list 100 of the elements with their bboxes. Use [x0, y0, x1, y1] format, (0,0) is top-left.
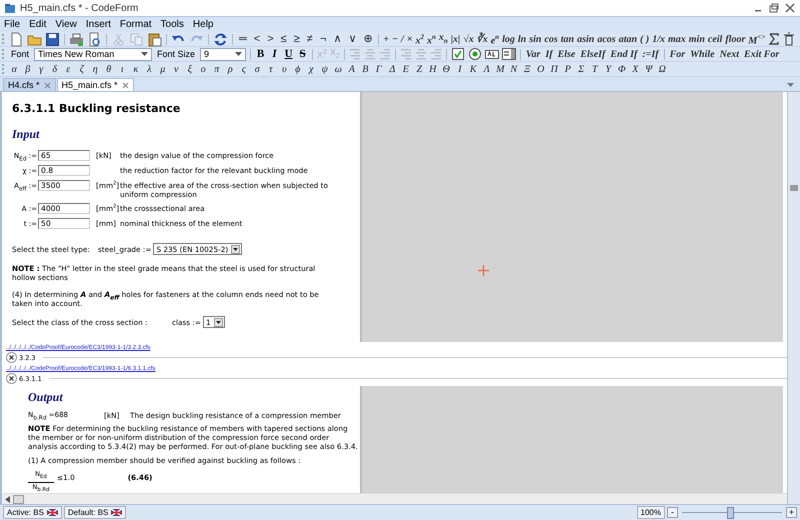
zoom-in-button[interactable]: +	[786, 507, 797, 518]
operator-button[interactable]: ≤	[278, 32, 289, 46]
text-field-icon[interactable]	[484, 47, 499, 61]
menu-item[interactable]: View	[55, 19, 82, 30]
keyword-button[interactable]: Else	[556, 48, 576, 60]
greek-letter-button[interactable]: Ω	[657, 62, 668, 76]
greek-letter-button[interactable]: ξ	[184, 62, 195, 76]
function-button[interactable]: ( )	[640, 32, 650, 46]
keyword-button[interactable]: Var	[524, 48, 542, 60]
greek-letter-button[interactable]: Δ	[387, 62, 398, 76]
greek-letter-button[interactable]: σ	[252, 62, 262, 76]
greek-letter-button[interactable]: Τ	[590, 62, 600, 76]
greek-letter-button[interactable]: ο	[198, 62, 208, 76]
greek-letter-button[interactable]: Ξ	[522, 62, 532, 76]
function-button[interactable]: x$^{n}$	[427, 30, 436, 48]
function-button[interactable]: floor	[725, 32, 746, 46]
greek-letter-button[interactable]: τ	[266, 62, 276, 76]
greek-letter-button[interactable]: Η	[428, 62, 438, 76]
keyword-button[interactable]: If	[544, 48, 554, 60]
greek-letter-button[interactable]: ζ	[76, 62, 87, 76]
keyword-button[interactable]: Next	[718, 48, 740, 60]
operator-button[interactable]: ≥	[292, 32, 302, 46]
operator-button[interactable]: ═	[237, 32, 249, 46]
italic-button[interactable]: I	[269, 48, 280, 60]
function-button[interactable]: asin	[577, 32, 594, 46]
menu-item[interactable]: Format	[120, 19, 157, 30]
greek-letter-button[interactable]: Υ	[603, 62, 614, 76]
function-button[interactable]: cos	[544, 32, 558, 46]
greek-letter-button[interactable]: ε	[63, 62, 74, 76]
dropdown-arrow-icon[interactable]	[787, 83, 794, 87]
operator-button[interactable]: ≠	[304, 32, 315, 46]
function-button[interactable]: 1/x	[652, 32, 665, 46]
keyword-button[interactable]: Exit For	[743, 48, 780, 60]
greek-letter-button[interactable]: λ	[144, 62, 154, 76]
greek-letter-button[interactable]: Ζ	[414, 62, 424, 76]
greek-letter-button[interactable]: Ο	[536, 62, 546, 76]
greek-letter-button[interactable]: κ	[130, 62, 141, 76]
underline-button[interactable]: U	[283, 48, 294, 60]
function-button[interactable]: ln	[518, 32, 526, 46]
operator-button[interactable]: ¬	[318, 32, 328, 46]
file-tab[interactable]: H5_main.cfs *	[56, 78, 134, 91]
greek-letter-button[interactable]: ρ	[225, 62, 236, 76]
greek-letter-button[interactable]: Ε	[400, 62, 411, 76]
sigma-icon[interactable]	[768, 32, 780, 46]
zoom-out-button[interactable]: -	[667, 507, 678, 518]
function-button[interactable]: log	[502, 32, 515, 46]
menu-item[interactable]: File	[4, 19, 26, 30]
close-icon[interactable]	[44, 82, 51, 88]
function-button[interactable]: max	[668, 32, 686, 46]
greek-letter-button[interactable]: Ι	[454, 62, 465, 76]
greek-letter-button[interactable]: θ	[104, 62, 114, 76]
function-button[interactable]: min	[688, 32, 705, 46]
file-tab[interactable]: H4.cfs *	[3, 78, 56, 91]
operator-button[interactable]: >	[265, 32, 276, 46]
greek-letter-button[interactable]: Β	[360, 62, 370, 76]
greek-letter-button[interactable]: ψ	[320, 62, 330, 76]
function-button[interactable]: +	[383, 32, 389, 46]
scrollbar-thumb[interactable]	[13, 494, 24, 504]
greek-letter-button[interactable]: Γ	[374, 62, 384, 76]
close-icon[interactable]	[122, 82, 129, 88]
greek-letter-button[interactable]: ν	[171, 62, 182, 76]
radio-button-icon[interactable]	[468, 47, 482, 61]
keyword-button[interactable]: ElseIf	[579, 48, 606, 60]
save-icon[interactable]	[45, 32, 60, 46]
close-icon[interactable]	[784, 3, 796, 13]
greek-letter-button[interactable]: η	[90, 62, 100, 76]
menu-item[interactable]: Insert	[86, 19, 116, 30]
print-preview-icon[interactable]	[87, 32, 102, 46]
operator-button[interactable]: ⊕	[361, 32, 374, 46]
font-size-dropdown[interactable]: 9	[200, 48, 246, 60]
menu-item[interactable]: Edit	[29, 19, 52, 30]
greek-letter-button[interactable]: Ρ	[562, 62, 573, 76]
greek-letter-button[interactable]: χ	[306, 62, 316, 76]
horizontal-scrollbar[interactable]	[2, 493, 787, 504]
printer-icon[interactable]	[69, 32, 84, 46]
greek-letter-button[interactable]: ϕ	[292, 62, 303, 76]
function-button[interactable]: M$^{<>}$	[748, 30, 766, 48]
restore-icon[interactable]	[768, 3, 780, 13]
greek-letter-button[interactable]: ω	[333, 62, 344, 76]
function-button[interactable]: ∛x	[476, 32, 488, 46]
function-button[interactable]: −	[392, 32, 398, 46]
greek-letter-button[interactable]: Ν	[508, 62, 519, 76]
greek-letter-button[interactable]: μ	[158, 62, 168, 76]
strikethrough-button[interactable]: S	[297, 48, 308, 60]
font-dropdown[interactable]: Times New Roman	[34, 48, 152, 60]
function-button[interactable]: x$^{2}$	[416, 30, 424, 48]
keyword-button[interactable]: While	[689, 48, 716, 60]
greek-letter-button[interactable]: β	[22, 62, 33, 76]
remove-icon[interactable]	[6, 352, 17, 363]
list-box-icon[interactable]	[502, 47, 516, 61]
checkbox-icon[interactable]	[450, 47, 465, 61]
greek-letter-button[interactable]: γ	[36, 62, 46, 76]
greek-letter-button[interactable]: π	[212, 62, 222, 76]
greek-letter-button[interactable]: Σ	[576, 62, 586, 76]
function-button[interactable]: atan	[618, 32, 638, 46]
function-button[interactable]: ceil	[708, 32, 722, 46]
menu-item[interactable]: Help	[192, 19, 218, 30]
greek-letter-button[interactable]: Λ	[482, 62, 492, 76]
greek-letter-button[interactable]: υ	[279, 62, 290, 76]
greek-letter-button[interactable]: Α	[346, 62, 357, 76]
